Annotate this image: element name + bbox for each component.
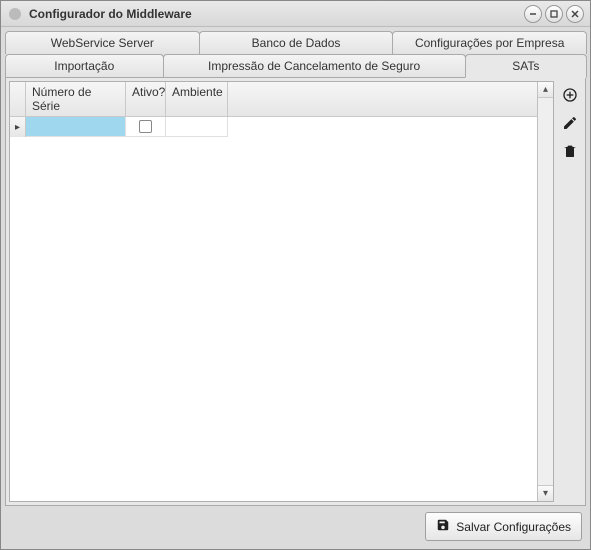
tab-row-2: Importação Impressão de Cancelamento de … [5,54,586,78]
tab-panel-sats: Número de Série Ativo? Ambiente ▸ [5,77,586,506]
tab-banco-de-dados[interactable]: Banco de Dados [199,31,394,54]
scroll-up-icon[interactable]: ▴ [538,82,553,98]
column-header-ativo[interactable]: Ativo? [126,82,166,116]
sats-grid: Número de Série Ativo? Ambiente ▸ [9,81,554,502]
close-button[interactable] [566,5,584,23]
tab-sats[interactable]: SATs [465,54,587,78]
tabs-frame: WebService Server Banco de Dados Configu… [5,31,586,506]
scroll-track[interactable] [538,98,553,485]
window-title: Configurador do Middleware [29,7,524,21]
tab-impressao-cancelamento[interactable]: Impressão de Cancelamento de Seguro [163,54,466,78]
row-indicator-icon: ▸ [10,117,26,137]
tab-config-por-empresa[interactable]: Configurações por Empresa [392,31,587,54]
column-header-numero-serie[interactable]: Número de Série [26,82,126,116]
app-icon [7,6,23,22]
footer: Salvar Configurações [5,506,586,545]
grid-corner [10,82,26,116]
save-config-button[interactable]: Salvar Configurações [425,512,582,541]
cell-numero-serie[interactable] [26,117,126,137]
save-icon [436,518,450,535]
tab-row-1: WebService Server Banco de Dados Configu… [5,31,586,54]
checkbox-ativo[interactable] [139,120,152,133]
column-header-ambiente[interactable]: Ambiente [166,82,228,116]
cell-ativo[interactable] [126,117,166,137]
cell-ambiente[interactable] [166,117,228,137]
delete-row-button[interactable] [559,140,581,162]
titlebar: Configurador do Middleware [1,1,590,27]
tab-importacao[interactable]: Importação [5,54,164,78]
grid-body: ▸ [10,117,553,501]
table-row[interactable]: ▸ [10,117,553,137]
save-button-label: Salvar Configurações [456,520,571,534]
vertical-scrollbar[interactable]: ▴ ▾ [537,82,553,501]
edit-row-button[interactable] [559,112,581,134]
add-row-button[interactable] [559,84,581,106]
minimize-button[interactable] [524,5,542,23]
app-window: Configurador do Middleware WebService Se… [0,0,591,550]
content-area: WebService Server Banco de Dados Configu… [1,27,590,549]
maximize-button[interactable] [545,5,563,23]
tab-webservice-server[interactable]: WebService Server [5,31,200,54]
scroll-down-icon[interactable]: ▾ [538,485,553,501]
side-toolbar [554,81,582,502]
window-buttons [524,5,584,23]
grid-header: Número de Série Ativo? Ambiente [10,82,553,117]
grid-wrapper: Número de Série Ativo? Ambiente ▸ [9,81,582,502]
